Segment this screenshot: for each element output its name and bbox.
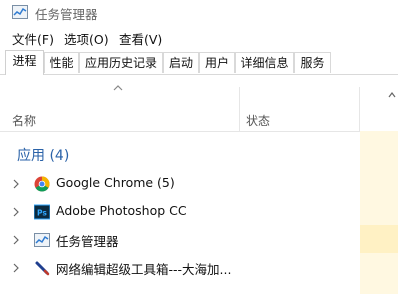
tab-processes[interactable]: 进程 (5, 50, 44, 75)
photoshop-icon: Ps (34, 204, 50, 220)
process-row[interactable]: Ps Adobe Photoshop CC (0, 198, 360, 226)
chrome-icon (34, 176, 50, 192)
cpu-cell (360, 169, 398, 197)
column-header: 名称 状态 (0, 75, 398, 132)
tab-details[interactable]: 详细信息 (235, 52, 294, 73)
chevron-right-icon[interactable] (13, 207, 19, 217)
chevron-right-icon[interactable] (13, 235, 19, 245)
cpu-cell (360, 253, 398, 294)
process-row[interactable]: Google Chrome (5) (0, 170, 360, 198)
menu-bar: 文件(F) 选项(O) 查看(V) (0, 28, 398, 48)
process-name: Adobe Photoshop CC (56, 203, 187, 218)
tab-bar: 进程 性能 应用历史记录 启动 用户 详细信息 服务 (0, 50, 398, 75)
menu-options[interactable]: 选项(O) (64, 29, 109, 48)
tab-performance[interactable]: 性能 (44, 52, 79, 73)
column-divider[interactable] (359, 87, 360, 131)
column-status[interactable]: 状态 (246, 112, 270, 129)
process-name: 任务管理器 (56, 234, 119, 249)
cpu-cell (360, 225, 398, 253)
process-row[interactable]: 网络编辑超级工具箱---大海加... (0, 254, 360, 282)
process-name: Google Chrome (5) (56, 175, 175, 190)
window-title: 任务管理器 (35, 7, 98, 22)
tab-users[interactable]: 用户 (199, 52, 235, 73)
cpu-cell (360, 197, 398, 225)
title-bar: 任务管理器 (0, 0, 398, 26)
tab-services[interactable]: 服务 (294, 52, 331, 73)
process-name: 网络编辑超级工具箱---大海加... (56, 262, 232, 277)
column-name[interactable]: 名称 (12, 112, 36, 129)
cpu-cell (360, 131, 398, 169)
cpu-column (360, 131, 398, 294)
svg-text:Ps: Ps (37, 209, 47, 218)
tab-app-history[interactable]: 应用历史记录 (79, 52, 163, 73)
task-manager-icon (34, 233, 50, 247)
process-row[interactable]: 任务管理器 (0, 226, 360, 254)
chevron-right-icon[interactable] (13, 179, 19, 189)
sort-up-icon[interactable] (113, 85, 123, 91)
chevron-right-icon[interactable] (13, 263, 19, 273)
task-manager-icon (12, 5, 28, 19)
tab-startup[interactable]: 启动 (163, 52, 199, 73)
column-divider[interactable] (239, 87, 240, 131)
group-title-apps[interactable]: 应用 (4) (17, 145, 69, 165)
menu-view[interactable]: 查看(V) (119, 29, 162, 48)
pen-tool-icon (35, 261, 50, 276)
sort-up-icon[interactable] (388, 92, 396, 98)
menu-file[interactable]: 文件(F) (12, 29, 54, 48)
